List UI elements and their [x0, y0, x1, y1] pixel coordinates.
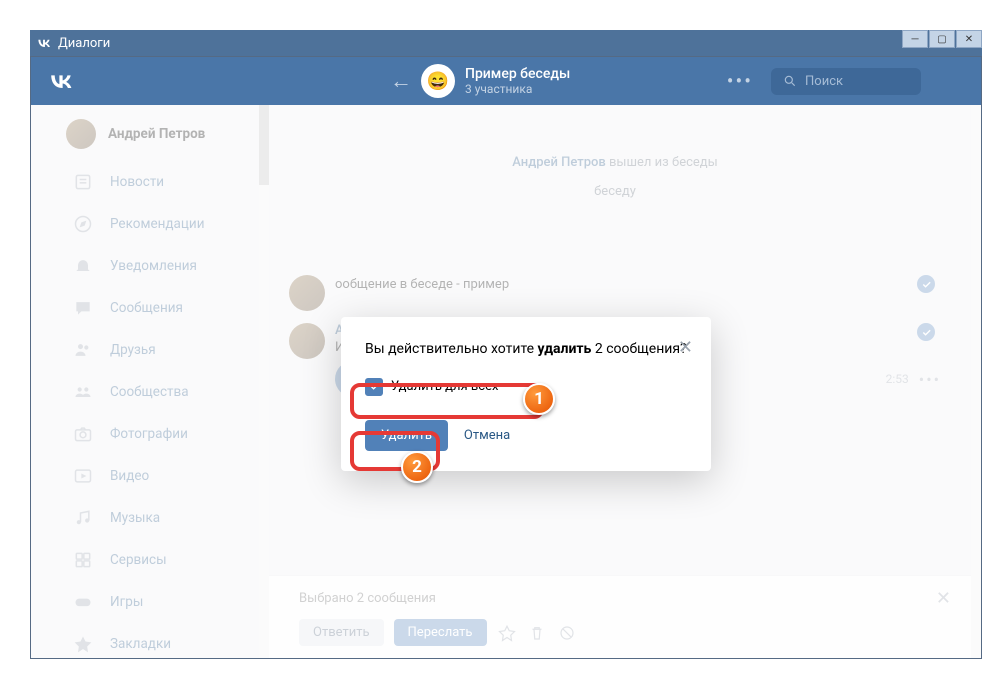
titlebar-left: Диалоги	[30, 35, 110, 51]
maximize-button[interactable]: ▢	[929, 30, 955, 48]
minimize-button[interactable]: ─	[902, 30, 928, 48]
checkbox-label: Удалить для всех	[391, 379, 498, 394]
titlebar[interactable]: Диалоги ─ ▢ ✕	[30, 30, 982, 56]
more-button[interactable]: •••	[719, 61, 761, 101]
desktop-window: Диалоги ─ ▢ ✕ ← 😄 Пример беседы 3 участн…	[0, 0, 1000, 689]
confirm-delete-button[interactable]: Удалить	[365, 420, 448, 451]
chat-avatar[interactable]: 😄	[421, 64, 455, 98]
search-icon	[783, 74, 797, 88]
cancel-button[interactable]: Отмена	[464, 428, 510, 443]
window-buttons: ─ ▢ ✕	[901, 30, 982, 56]
callout-badge: 2	[401, 451, 433, 483]
window-title: Диалоги	[58, 36, 110, 51]
back-button[interactable]: ←	[381, 61, 421, 101]
chat-name: Пример беседы	[465, 66, 570, 82]
chat-subtitle: 3 участника	[465, 82, 570, 96]
checkbox-checked-icon	[365, 378, 383, 396]
app: ← 😄 Пример беседы 3 участника ••• Поиск …	[30, 56, 982, 659]
search-input[interactable]: Поиск	[771, 68, 921, 95]
search-placeholder: Поиск	[805, 74, 843, 89]
close-button[interactable]: ✕	[956, 30, 982, 48]
modal-close-button[interactable]: ✕	[678, 337, 693, 358]
callout-badge: 1	[523, 383, 555, 415]
vk-logo[interactable]	[41, 67, 81, 95]
app-header: ← 😄 Пример беседы 3 участника ••• Поиск	[31, 57, 981, 105]
modal-title: Вы действительно хотите удалить 2 сообще…	[365, 341, 687, 357]
delete-for-all-checkbox[interactable]: Удалить для всех	[365, 378, 498, 396]
chat-title-block[interactable]: Пример беседы 3 участника	[465, 66, 570, 96]
vk-icon	[36, 35, 52, 51]
